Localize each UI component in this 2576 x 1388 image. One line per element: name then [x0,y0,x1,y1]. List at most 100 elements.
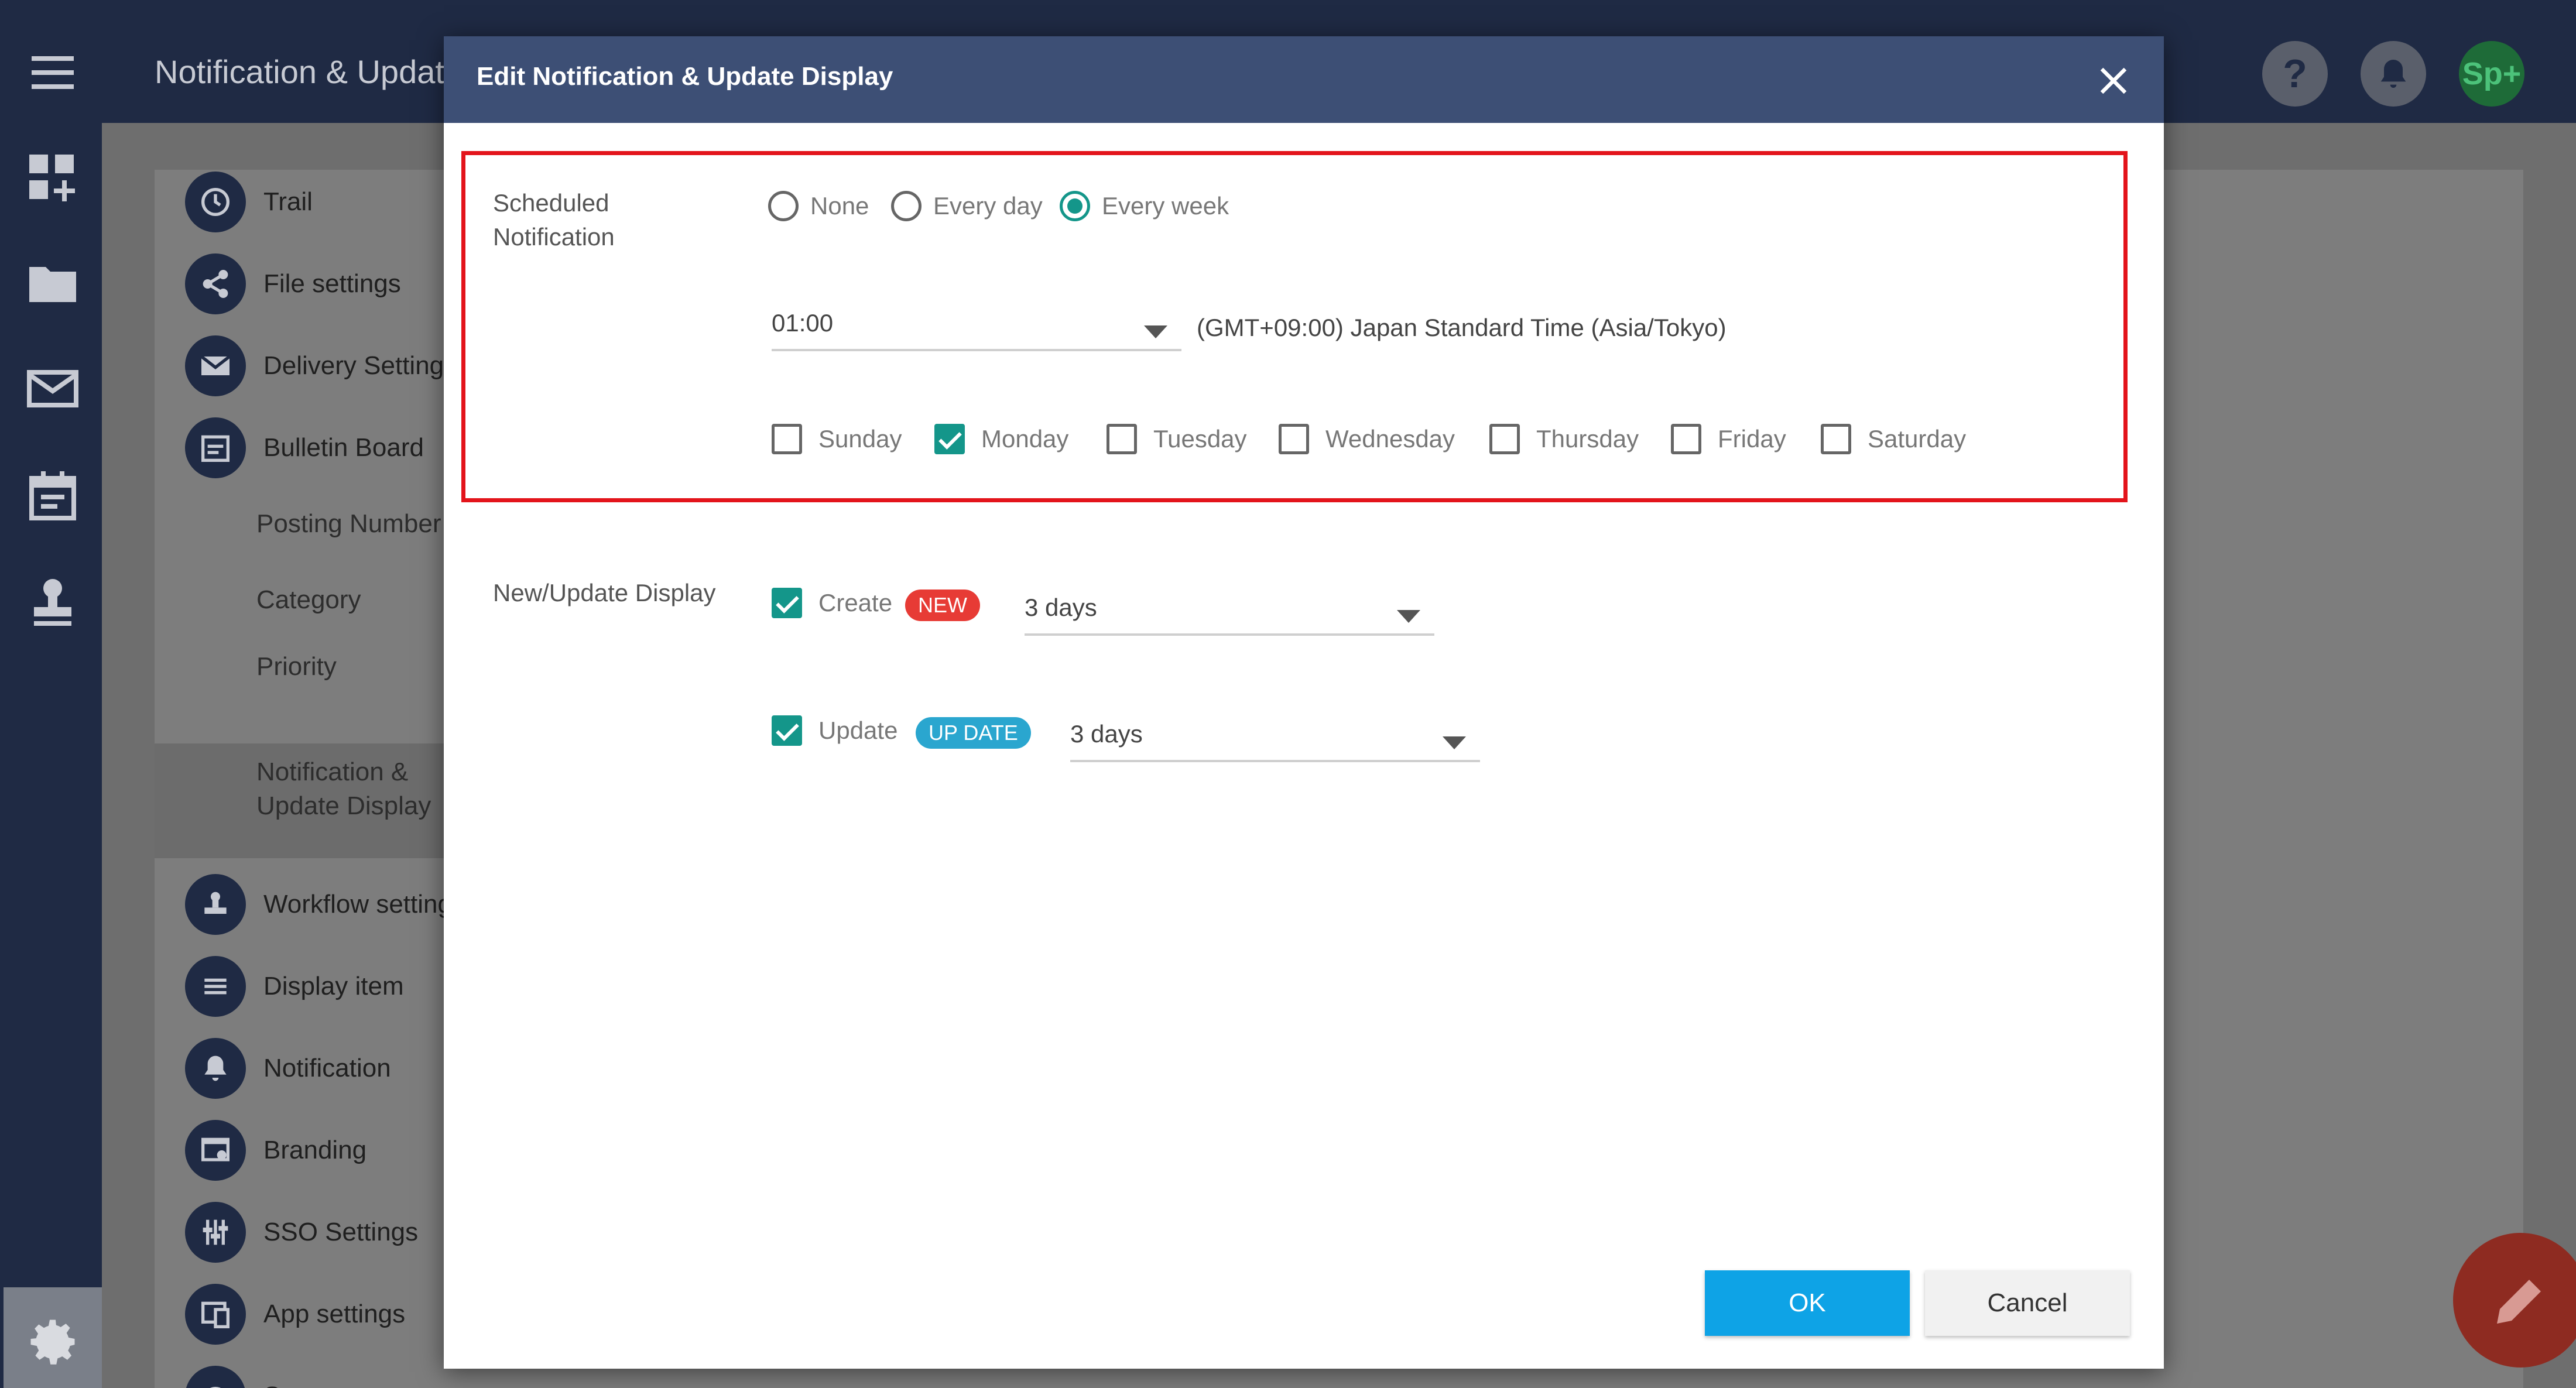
radio-label: None [810,192,869,220]
create-duration-value: 3 days [1025,594,1097,621]
menu-item-trail[interactable]: Trail [185,170,313,234]
checkbox-monday[interactable]: Monday [934,424,1068,454]
edit-dialog: Edit Notification & Update Display Sched… [444,36,2164,1369]
menu-item-label: SSO Settings [263,1218,419,1246]
radio-label: Every day [933,192,1043,220]
support-icon [185,1366,246,1388]
calendar-icon[interactable] [23,468,82,526]
calendar-icon [185,417,246,478]
stamp-icon[interactable] [23,573,82,632]
menu-icon[interactable] [23,43,82,102]
share-icon [185,253,246,314]
radio-circle [1060,191,1090,221]
checkbox-box [1671,424,1701,454]
menu-item-notification[interactable]: Notification [185,1036,391,1101]
ok-button[interactable]: OK [1705,1270,1910,1336]
menu-item-workflow-settings[interactable]: Workflow settings [185,872,465,937]
menu-item-support[interactable]: Support [185,1364,354,1388]
sub-item-category[interactable]: Category [256,583,361,617]
notification-bell-button[interactable] [2361,41,2426,107]
menu-item-delivery-settings[interactable]: Delivery Settings [185,334,457,398]
update-badge: UP DATE [916,717,1031,749]
checkbox-box [772,715,802,746]
menu-item-label: Trail [263,187,313,216]
menu-item-app-settings[interactable]: App settings [185,1282,405,1346]
menu-item-label: Notification [263,1054,391,1082]
menu-item-bulletin-board[interactable]: Bulletin Board [185,416,424,480]
new-update-display-label: New/Update Display [493,579,716,606]
checkbox-label: Thursday [1536,425,1639,453]
radio-none[interactable]: None [768,191,869,221]
checkbox-box [934,424,965,454]
menu-item-sso-settings[interactable]: SSO Settings [185,1200,418,1264]
menu-item-branding[interactable]: Branding [185,1118,366,1183]
menu-item-label: Support [263,1382,354,1388]
left-rail [4,8,102,1388]
radio-every-day[interactable]: Every day [891,191,1043,221]
checkbox-thursday[interactable]: Thursday [1489,424,1639,454]
sliders-icon [185,1202,246,1263]
update-duration-value: 3 days [1070,720,1143,748]
time-value: 01:00 [772,309,834,337]
branding-icon [185,1120,246,1181]
chevron-down-icon [1144,325,1167,338]
checkbox-label: Monday [981,425,1069,453]
chevron-down-icon [1397,610,1420,623]
menu-item-label: App settings [263,1300,406,1328]
radio-circle [768,191,799,221]
dialog-header: Edit Notification & Update Display [444,36,2164,123]
checkbox-wednesday[interactable]: Wednesday [1279,424,1455,454]
menu-item-label: Branding [263,1136,367,1164]
checkbox-create[interactable]: Create [772,588,892,618]
sub-item-posting-number[interactable]: Posting Number [256,507,441,541]
time-select[interactable]: 01:00 [772,304,1181,351]
checkbox-box [772,588,802,618]
menu-item-file-settings[interactable]: File settings [185,252,401,316]
radio-label: Every week [1102,192,1229,220]
checkbox-update[interactable]: Update [772,715,898,746]
create-duration-select[interactable]: 3 days [1025,589,1434,636]
menu-item-label: File settings [263,269,401,298]
close-button[interactable] [2090,57,2137,104]
folder-icon[interactable] [23,254,82,313]
mail-icon [185,335,246,396]
menu-item-label: Bulletin Board [263,433,424,462]
clock-icon [185,172,246,232]
checkbox-box [1489,424,1520,454]
mail-icon[interactable] [23,359,82,418]
timezone-label: (GMT+09:00) Japan Standard Time (Asia/To… [1197,314,1727,341]
sub-item-priority[interactable]: Priority [256,650,337,684]
bell-icon [185,1038,246,1099]
radio-every-week[interactable]: Every week [1060,191,1229,221]
checkbox-sunday[interactable]: Sunday [772,424,902,454]
sub-item-notification-update-display[interactable]: Notification & Update Display [256,755,450,823]
checkbox-label: Wednesday [1325,425,1455,453]
checkbox-label: Tuesday [1153,425,1247,453]
add-widget-icon[interactable] [23,149,82,207]
checkbox-box [772,424,802,454]
avatar[interactable]: Sp+ [2459,41,2524,107]
checkbox-label: Friday [1718,425,1786,453]
menu-item-label: Delivery Settings [263,351,457,380]
help-button[interactable]: ? [2262,41,2328,107]
close-icon [2100,67,2127,94]
checkbox-saturday[interactable]: Saturday [1821,424,1966,454]
list-icon [185,956,246,1017]
help-icon: ? [2283,52,2307,96]
cancel-button[interactable]: Cancel [1925,1270,2130,1336]
checkbox-label: Update [818,717,898,744]
radio-circle [891,191,922,221]
settings-gear-icon[interactable] [4,1287,102,1388]
checkbox-tuesday[interactable]: Tuesday [1107,424,1247,454]
checkbox-box [1107,424,1137,454]
chevron-down-icon [1443,736,1466,749]
update-duration-select[interactable]: 3 days [1070,715,1480,762]
checkbox-friday[interactable]: Friday [1671,424,1786,454]
menu-item-display-item[interactable]: Display item [185,954,404,1019]
pencil-icon [2497,1280,2541,1324]
stamp-icon [185,874,246,935]
bell-icon [2380,60,2406,88]
new-badge: NEW [905,590,980,621]
checkbox-box [1821,424,1851,454]
checkbox-label: Create [818,589,893,616]
